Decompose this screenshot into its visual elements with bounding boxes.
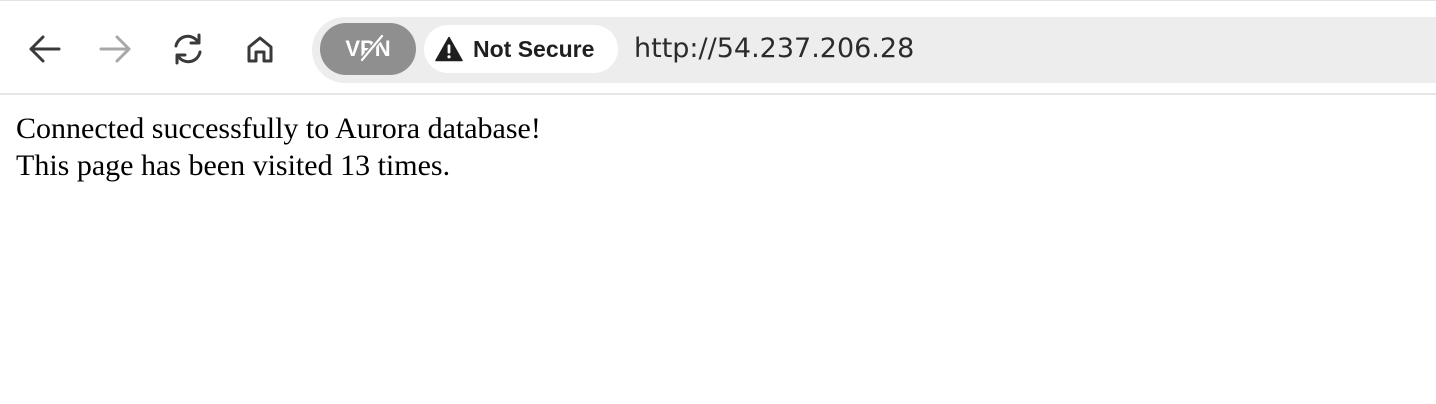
site-security-indicator[interactable]: Not Secure: [424, 25, 618, 73]
arrow-left-icon: [26, 33, 62, 65]
reload-icon: [170, 31, 206, 67]
connection-message: Connected successfully to Aurora databas…: [16, 112, 541, 145]
visit-counter-message: This page has been visited 13 times.: [16, 149, 451, 182]
arrow-right-icon: [98, 33, 134, 65]
reload-button[interactable]: [168, 27, 208, 71]
url-text[interactable]: http://54.237.206.28: [634, 29, 914, 69]
not-secure-label: Not Secure: [473, 35, 595, 62]
page-body: Connected successfully to Aurora databas…: [16, 110, 541, 184]
vpn-label: VPN: [345, 36, 391, 61]
browser-toolbar: VPN Not Secure http://54.237.206.28: [0, 0, 1436, 95]
vpn-button[interactable]: VPN: [320, 23, 416, 75]
forward-button[interactable]: [96, 27, 136, 71]
home-icon: [244, 33, 276, 65]
warning-triangle-icon: [435, 36, 463, 62]
back-button[interactable]: [24, 27, 64, 71]
home-button[interactable]: [240, 27, 280, 71]
